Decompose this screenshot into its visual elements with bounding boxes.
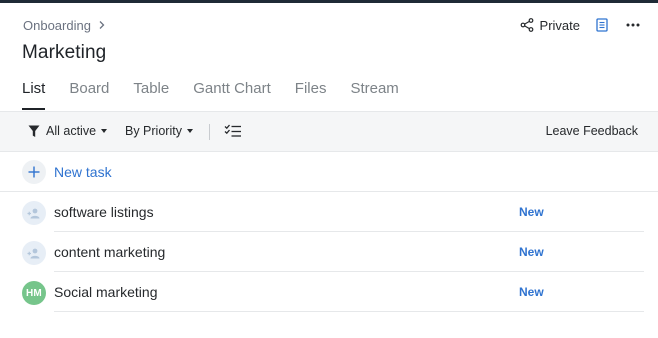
checklist-icon <box>224 124 241 137</box>
sort-dropdown[interactable]: By Priority <box>125 124 193 138</box>
tab-stream[interactable]: Stream <box>350 80 398 110</box>
task-row[interactable]: content marketing New <box>0 232 658 272</box>
more-options-icon[interactable] <box>626 23 640 27</box>
status-badge[interactable]: New <box>519 245 544 259</box>
task-row[interactable]: software listings New <box>0 192 658 232</box>
task-name[interactable]: content marketing <box>54 244 165 260</box>
header-actions: Private <box>520 14 640 36</box>
add-assignee-icon[interactable] <box>22 201 46 225</box>
private-label: Private <box>539 17 580 33</box>
caret-down-icon <box>186 129 193 133</box>
task-name[interactable]: software listings <box>54 204 154 220</box>
add-assignee-icon[interactable] <box>22 241 46 265</box>
new-task-button[interactable]: New task <box>22 160 112 184</box>
share-icon <box>520 18 533 32</box>
filter-label: All active <box>46 124 97 138</box>
task-name[interactable]: Social marketing <box>54 284 158 300</box>
filter-dropdown[interactable]: All active <box>28 124 108 138</box>
avatar[interactable]: HM <box>22 281 46 305</box>
page-title: Marketing <box>22 42 107 63</box>
task-row[interactable]: HM Social marketing New <box>0 272 658 312</box>
chevron-right-icon <box>99 21 105 29</box>
top-bar <box>0 0 658 3</box>
tab-board[interactable]: Board <box>69 80 109 110</box>
checklist-view-button[interactable] <box>224 124 242 138</box>
divider <box>54 311 644 312</box>
share-button[interactable]: Private <box>520 18 580 33</box>
view-tabs: List Board Table Gantt Chart Files Strea… <box>22 80 423 110</box>
filter-icon <box>28 125 40 137</box>
toolbar-divider <box>209 124 210 140</box>
caret-down-icon <box>101 129 108 133</box>
toolbar: All active By Priority Leave Feedback <box>0 111 658 152</box>
tab-list[interactable]: List <box>22 80 46 110</box>
status-badge[interactable]: New <box>519 285 544 299</box>
leave-feedback-link[interactable]: Leave Feedback <box>546 124 638 138</box>
breadcrumb[interactable]: Onboarding <box>23 16 107 34</box>
tab-gantt-chart[interactable]: Gantt Chart <box>193 80 271 110</box>
document-icon[interactable] <box>596 18 608 32</box>
new-task-label: New task <box>54 164 112 180</box>
status-badge[interactable]: New <box>519 205 544 219</box>
tab-table[interactable]: Table <box>133 80 169 110</box>
breadcrumb-label[interactable]: Onboarding <box>23 18 91 33</box>
sort-label: By Priority <box>125 124 182 138</box>
plus-icon <box>22 160 46 184</box>
tab-files[interactable]: Files <box>295 80 327 110</box>
